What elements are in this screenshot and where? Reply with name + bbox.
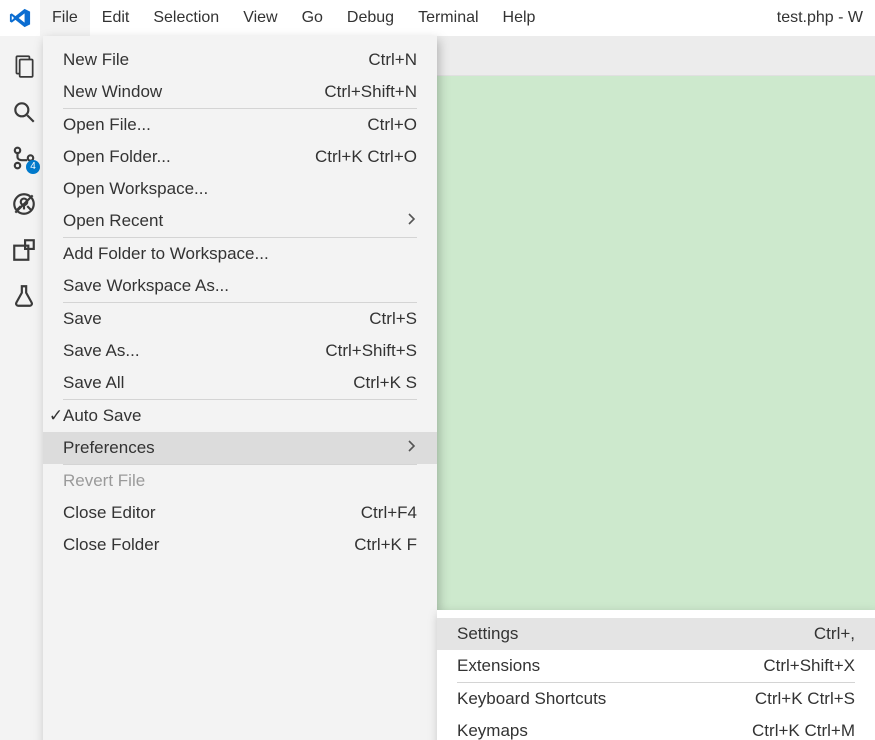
menu-debug[interactable]: Debug [335, 0, 406, 36]
menu-item-label: Close Editor [63, 503, 361, 523]
menu-item-shortcut: Ctrl+O [367, 115, 417, 135]
menu-item-label: Save Workspace As... [63, 276, 417, 296]
menu-item-label: Close Folder [63, 535, 354, 555]
menu-item-shortcut: Ctrl+S [369, 309, 417, 329]
menu-item-label: Save As... [63, 341, 325, 361]
menu-item-label: Open Folder... [63, 147, 315, 167]
source-control-icon[interactable]: 4 [10, 144, 38, 172]
activity-bar: 4 [0, 36, 48, 740]
menu-item-label: Preferences [63, 438, 407, 458]
menu-separator [43, 108, 437, 109]
menu-item-label: Extensions [457, 656, 763, 676]
menu-selection[interactable]: Selection [141, 0, 231, 36]
menu-go[interactable]: Go [290, 0, 335, 36]
menu-separator [43, 399, 437, 400]
menu-item-label: Save [63, 309, 369, 329]
extensions-icon[interactable] [10, 236, 38, 264]
menu-item-shortcut: Ctrl+N [368, 50, 417, 70]
menu-item-shortcut: Ctrl+K S [353, 373, 417, 393]
file-menu-dropdown: New FileCtrl+NNew WindowCtrl+Shift+NOpen… [43, 36, 437, 740]
preferences-submenu: SettingsCtrl+,ExtensionsCtrl+Shift+XKeyb… [437, 610, 875, 740]
explorer-icon[interactable] [10, 52, 38, 80]
vscode-logo-icon [0, 7, 40, 29]
menu-item-label: Auto Save [63, 406, 417, 426]
menu-item-shortcut: Ctrl+Shift+S [325, 341, 417, 361]
menu-item-label: Keymaps [457, 721, 752, 740]
menu-item-preferences[interactable]: Preferences [43, 432, 437, 464]
menu-item-label: Open Recent [63, 211, 407, 231]
menu-item-revert-file: Revert File [43, 465, 437, 497]
menu-item-new-window[interactable]: New WindowCtrl+Shift+N [43, 76, 437, 108]
menu-item-label: Revert File [63, 471, 417, 491]
menu-item-auto-save[interactable]: ✓Auto Save [43, 400, 437, 432]
menu-item-close-folder[interactable]: Close FolderCtrl+K F [43, 529, 437, 561]
main-chrome: 4 🐘index.php🐘test.php× 1234567 <?php$a =… [0, 36, 875, 740]
chevron-right-icon [407, 438, 417, 458]
menu-item-keymaps[interactable]: KeymapsCtrl+K Ctrl+M [437, 715, 875, 740]
menu-item-save-all[interactable]: Save AllCtrl+K S [43, 367, 437, 399]
menu-item-save-workspace-as[interactable]: Save Workspace As... [43, 270, 437, 302]
menu-help[interactable]: Help [491, 0, 548, 36]
menu-bar: FileEditSelectionViewGoDebugTerminalHelp [40, 0, 547, 36]
test-beaker-icon[interactable] [10, 282, 38, 310]
menu-item-shortcut: Ctrl+Shift+X [763, 656, 855, 676]
menu-item-shortcut: Ctrl+, [814, 624, 855, 644]
menu-item-close-editor[interactable]: Close EditorCtrl+F4 [43, 497, 437, 529]
menu-item-open-file[interactable]: Open File...Ctrl+O [43, 109, 437, 141]
menu-file[interactable]: File [40, 0, 90, 36]
menu-item-shortcut: Ctrl+K Ctrl+S [755, 689, 855, 709]
menu-terminal[interactable]: Terminal [406, 0, 490, 36]
menu-item-extensions[interactable]: ExtensionsCtrl+Shift+X [437, 650, 875, 682]
menu-item-shortcut: Ctrl+K F [354, 535, 417, 555]
menu-item-open-workspace[interactable]: Open Workspace... [43, 173, 437, 205]
menu-separator [43, 464, 437, 465]
menu-separator [43, 237, 437, 238]
menu-item-label: Save All [63, 373, 353, 393]
menu-item-open-folder[interactable]: Open Folder...Ctrl+K Ctrl+O [43, 141, 437, 173]
menu-separator [437, 682, 875, 683]
menu-item-add-folder-to-workspace[interactable]: Add Folder to Workspace... [43, 238, 437, 270]
title-bar: FileEditSelectionViewGoDebugTerminalHelp… [0, 0, 875, 36]
menu-item-shortcut: Ctrl+K Ctrl+O [315, 147, 417, 167]
menu-separator [43, 302, 437, 303]
menu-item-label: Open Workspace... [63, 179, 417, 199]
menu-item-shortcut: Ctrl+K Ctrl+M [752, 721, 855, 740]
menu-item-new-file[interactable]: New FileCtrl+N [43, 44, 437, 76]
menu-item-shortcut: Ctrl+F4 [361, 503, 417, 523]
menu-item-label: Open File... [63, 115, 367, 135]
menu-item-settings[interactable]: SettingsCtrl+, [437, 618, 875, 650]
menu-item-keyboard-shortcuts[interactable]: Keyboard ShortcutsCtrl+K Ctrl+S [437, 683, 875, 715]
scm-badge: 4 [26, 160, 40, 174]
menu-item-open-recent[interactable]: Open Recent [43, 205, 437, 237]
menu-item-save[interactable]: SaveCtrl+S [43, 303, 437, 335]
menu-item-shortcut: Ctrl+Shift+N [324, 82, 417, 102]
menu-item-label: New Window [63, 82, 324, 102]
window-title: test.php - W [777, 9, 875, 27]
menu-item-label: New File [63, 50, 368, 70]
menu-view[interactable]: View [231, 0, 289, 36]
debug-icon[interactable] [10, 190, 38, 218]
search-icon[interactable] [10, 98, 38, 126]
chevron-right-icon [407, 211, 417, 231]
menu-item-label: Keyboard Shortcuts [457, 689, 755, 709]
menu-item-label: Add Folder to Workspace... [63, 244, 417, 264]
menu-item-save-as[interactable]: Save As...Ctrl+Shift+S [43, 335, 437, 367]
menu-item-label: Settings [457, 624, 814, 644]
menu-edit[interactable]: Edit [90, 0, 142, 36]
